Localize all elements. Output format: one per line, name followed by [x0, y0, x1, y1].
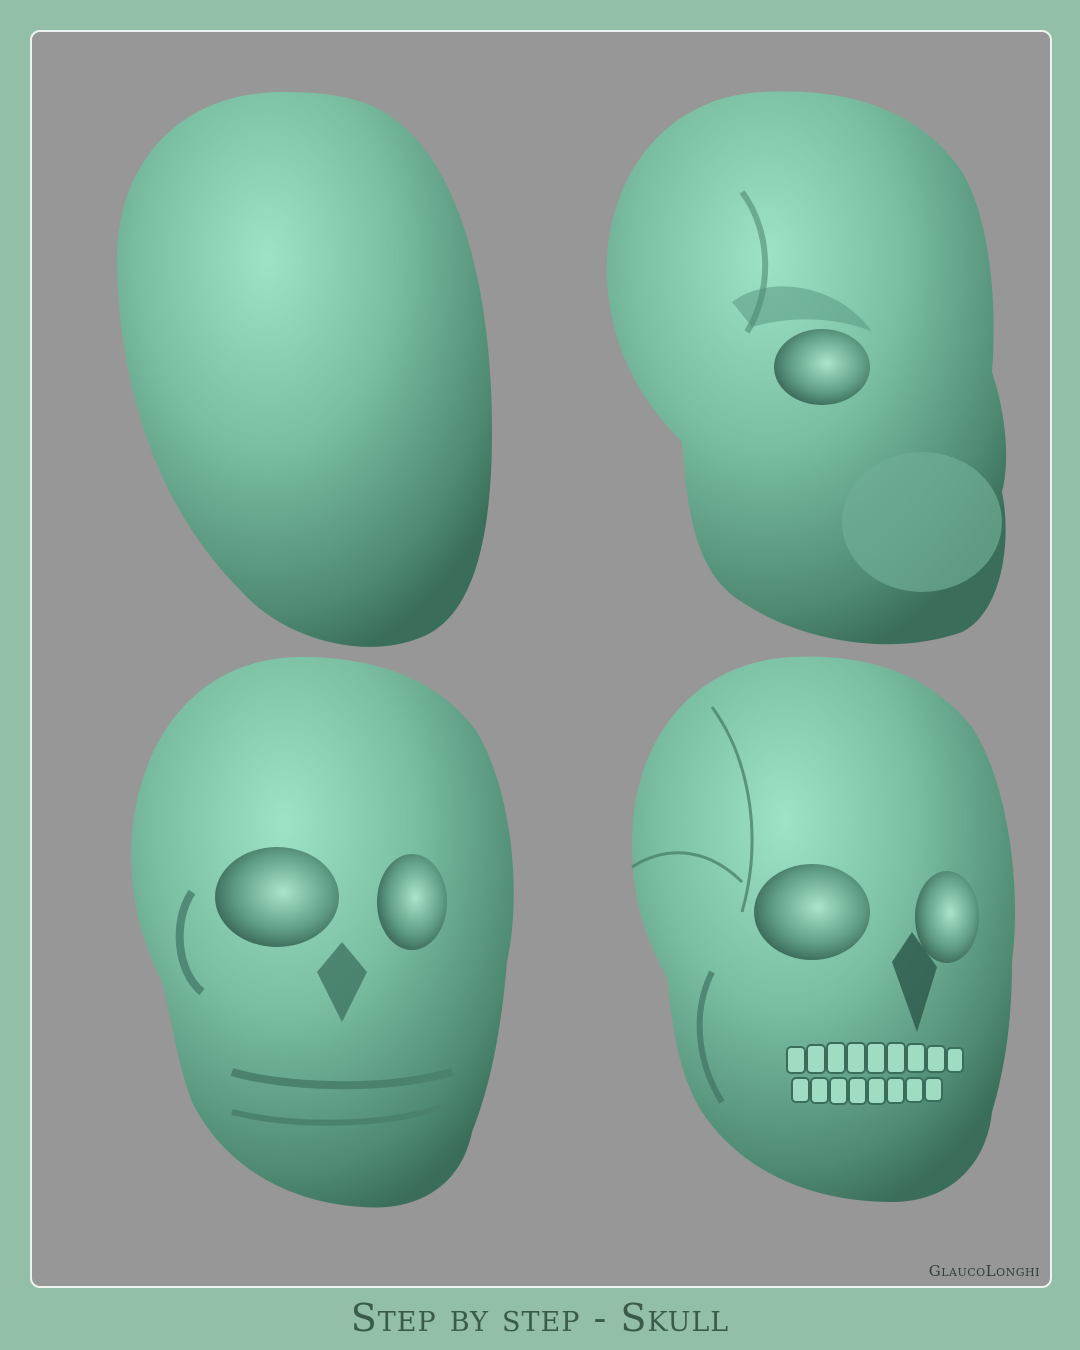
- page-title: Step by step - Skull: [350, 1296, 730, 1340]
- skull-step-3-refined: [131, 657, 514, 1208]
- artist-credit: GlaucoLonghi: [928, 1262, 1040, 1280]
- skull-step-1-egg: [116, 92, 493, 647]
- skull-step-2-rough: [606, 91, 1007, 645]
- skull-step-4-final: [631, 656, 1016, 1202]
- render-panel: GlaucoLonghi: [30, 30, 1052, 1288]
